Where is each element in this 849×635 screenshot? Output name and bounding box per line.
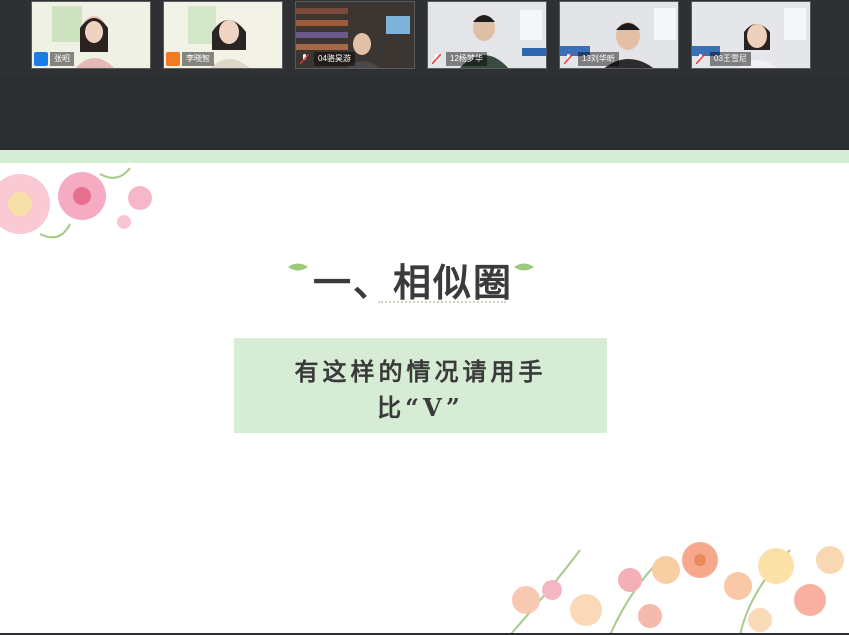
participant-tile[interactable]: 04骆昊游 [295,1,415,69]
participant-tile[interactable]: 12杨梦华 [427,1,547,69]
prompt-line-1: 有这样的情况请用手 [294,357,547,386]
mic-muted-icon [432,54,441,64]
shared-slide: 一、相似圈 有这样的情况请用手 比“V” [0,150,849,635]
video-strip: 张昭 李晓智 04骆昊游 12杨梦华 13刘华昕 03王雪尼 [0,0,849,76]
participant-name: 03王雪尼 [710,52,751,66]
slide-title: 一、相似圈 [312,261,513,305]
prompt-box: 有这样的情况请用手 比“V” [234,338,607,433]
leaf-right-icon [514,263,534,271]
participant-name: 12杨梦华 [446,52,487,66]
slide-top-band [0,150,849,163]
prompt-line-2: 比“V” [377,393,464,422]
mic-muted-icon [564,54,573,64]
mic-muted-icon [696,54,705,64]
host-badge-icon [34,52,48,66]
participant-tile[interactable]: 03王雪尼 [691,1,811,69]
title-underline [378,301,506,303]
participant-name: 13刘华昕 [578,52,619,66]
cohost-badge-icon [166,52,180,66]
mic-muted-icon [300,54,309,64]
participant-name: 张昭 [50,52,74,66]
participant-name: 04骆昊游 [314,52,355,66]
participant-tile[interactable]: 张昭 [31,1,151,69]
flower-decoration-icon [0,167,152,239]
participant-name: 李晓智 [182,52,214,66]
flower-bouquet-icon [509,542,844,635]
meeting-toolbar-area [0,76,849,150]
participant-tile[interactable]: 13刘华昕 [559,1,679,69]
participant-tile[interactable]: 李晓智 [163,1,283,69]
